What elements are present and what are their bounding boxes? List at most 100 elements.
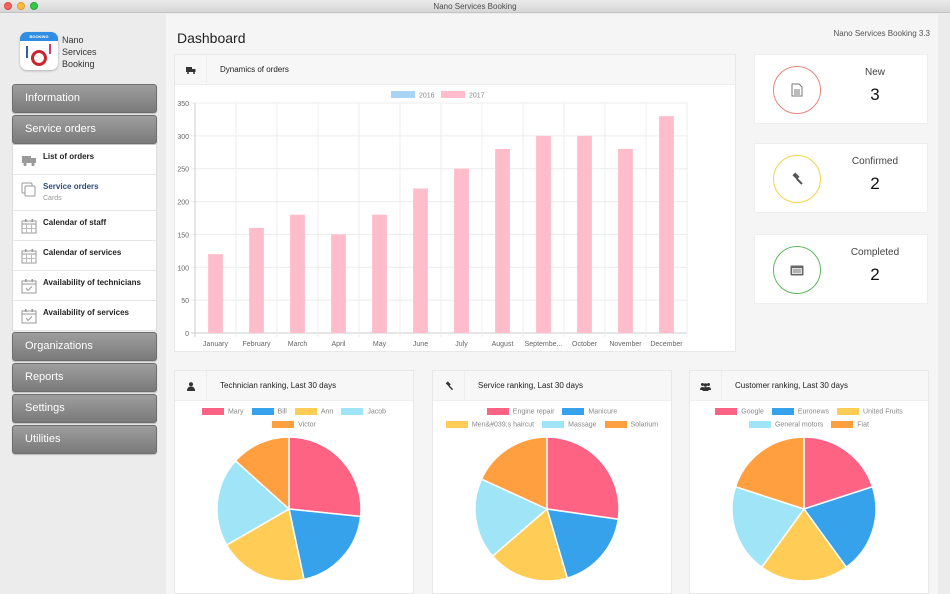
submenu-availability-of-technicians[interactable]: Availability of technicians xyxy=(13,271,156,301)
bar-2017-11[interactable] xyxy=(659,116,674,333)
submenu-calendar-of-services[interactable]: Calendar of services xyxy=(13,241,156,271)
main-content: Dashboard Nano Services Booking 3.3 Dyna… xyxy=(166,14,938,594)
stat-ring xyxy=(773,155,821,203)
bar-2017-7[interactable] xyxy=(495,149,510,333)
panel-header: Service ranking, Last 30 days xyxy=(433,371,671,401)
bar-2017-4[interactable] xyxy=(372,214,387,333)
technician-pie-chart xyxy=(216,436,362,582)
service-orders-submenu: List of orders Service orders Cards Cale… xyxy=(12,145,157,331)
window-title: Nano Services Booking xyxy=(433,2,517,11)
stat-label: Completed xyxy=(850,247,900,258)
stat-ring xyxy=(773,246,821,294)
panel-title: Dynamics of orders xyxy=(220,65,289,74)
technician-ranking-panel: Technician ranking, Last 30 days Mary Bil… xyxy=(174,370,414,594)
x-tick-label: December xyxy=(650,341,683,348)
sidebar: BOOKING Nano Services Booking Informatio… xyxy=(0,14,165,594)
truck-icon xyxy=(22,156,36,167)
user-icon xyxy=(175,371,207,401)
bar-2017-2[interactable] xyxy=(290,214,305,333)
y-tick-label: 250 xyxy=(177,167,189,174)
nav-service-orders[interactable]: Service orders xyxy=(12,115,157,144)
brand-line-2: Services xyxy=(62,47,97,57)
x-tick-label: Septembe... xyxy=(525,341,563,348)
page-title: Dashboard xyxy=(177,30,246,46)
service-ranking-panel: Service ranking, Last 30 days Engine rep… xyxy=(432,370,672,594)
stat-card-confirmed[interactable]: Confirmed 2 xyxy=(754,143,928,213)
panel-title: Customer ranking, Last 30 days xyxy=(735,381,848,390)
legend-label: 2016 xyxy=(419,93,435,100)
submenu-service-orders[interactable]: Service orders Cards xyxy=(13,175,156,211)
app-logo-icon: BOOKING xyxy=(20,32,58,70)
customer-pie-chart xyxy=(731,436,877,582)
panel-header: Technician ranking, Last 30 days xyxy=(175,371,413,401)
customer-ranking-panel: Customer ranking, Last 30 days Google Eur… xyxy=(689,370,929,594)
submenu-label: Calendar of staff xyxy=(43,218,107,227)
submenu-label: Service orders xyxy=(43,182,99,191)
list-box-icon xyxy=(790,265,804,275)
legend-swatch-2017[interactable] xyxy=(441,91,465,98)
calendar-icon xyxy=(21,219,37,234)
orders-chart-panel: Dynamics of orders 0 50 100 150 200 250 300 350… xyxy=(174,54,736,352)
x-tick-label: June xyxy=(413,341,428,348)
x-tick-label: March xyxy=(288,341,308,348)
y-tick-label: 200 xyxy=(177,200,189,207)
x-tick-label: July xyxy=(455,341,468,348)
bar-2017-0[interactable] xyxy=(208,254,223,333)
bar-2017-1[interactable] xyxy=(249,227,264,333)
nav-utilities[interactable]: Utilities xyxy=(12,425,157,454)
stat-label: Confirmed xyxy=(851,156,899,167)
x-tick-label: April xyxy=(331,341,345,348)
panel-header: Dynamics of orders xyxy=(175,55,735,85)
nav-organizations[interactable]: Organizations xyxy=(12,332,157,361)
panel-title: Service ranking, Last 30 days xyxy=(478,381,583,390)
submenu-list-of-orders[interactable]: List of orders xyxy=(13,145,156,175)
bar-2017-8[interactable] xyxy=(536,135,551,333)
y-tick-label: 350 xyxy=(177,101,189,108)
nav-information[interactable]: Information xyxy=(12,84,157,113)
orders-bar-chart: 0 50 100 150 200 250 300 350 January February Marc… xyxy=(177,91,688,348)
y-tick-label: 300 xyxy=(177,134,189,141)
submenu-calendar-of-staff[interactable]: Calendar of staff xyxy=(13,211,156,241)
nav-reports[interactable]: Reports xyxy=(12,363,157,392)
window-scrollbar[interactable] xyxy=(938,14,950,594)
stat-label: New xyxy=(864,67,885,78)
pie-slice-mary[interactable] xyxy=(288,436,362,518)
bar-2017-5[interactable] xyxy=(413,188,428,333)
stat-ring xyxy=(773,66,821,114)
calendar-icon xyxy=(21,249,37,264)
x-tick-label: October xyxy=(572,341,598,348)
panel-header: Customer ranking, Last 30 days xyxy=(690,371,928,401)
stat-card-completed[interactable]: Completed 2 xyxy=(754,234,928,304)
bar-2017-6[interactable] xyxy=(454,168,469,333)
app-version: Nano Services Booking 3.3 xyxy=(833,29,931,38)
y-tick-label: 0 xyxy=(185,331,189,338)
brand-line-1: Nano xyxy=(62,35,84,45)
submenu-sublabel: Cards xyxy=(43,195,62,202)
bar-2017-3[interactable] xyxy=(331,234,346,333)
stat-card-new[interactable]: New 3 xyxy=(754,54,928,124)
truck-icon xyxy=(175,55,207,85)
users-icon xyxy=(690,371,722,401)
bar-2017-10[interactable] xyxy=(618,149,633,333)
legend-swatch-2016[interactable] xyxy=(391,91,415,98)
submenu-availability-of-services[interactable]: Availability of services xyxy=(13,301,156,331)
gavel-icon xyxy=(433,371,465,401)
x-tick-label: November xyxy=(609,341,642,348)
x-tick-label: January xyxy=(203,341,228,348)
y-tick-label: 100 xyxy=(177,265,189,272)
calendar-check-icon xyxy=(21,279,37,294)
x-tick-label: May xyxy=(373,341,387,348)
submenu-label: List of orders xyxy=(43,152,95,161)
submenu-label: Availability of technicians xyxy=(43,278,141,287)
brand-line-3: Booking xyxy=(62,59,95,69)
pie-slice-engine-repair[interactable] xyxy=(546,436,620,521)
brand-name: Nano Services Booking xyxy=(62,34,97,70)
panel-title: Technician ranking, Last 30 days xyxy=(220,381,337,390)
service-pie-chart xyxy=(474,436,620,582)
bar-2017-9[interactable] xyxy=(577,135,592,333)
stat-value: 2 xyxy=(870,174,880,193)
nav-settings[interactable]: Settings xyxy=(12,394,157,423)
stat-value: 2 xyxy=(870,265,880,284)
cards-icon xyxy=(21,182,36,197)
legend-label: 2017 xyxy=(469,93,485,100)
